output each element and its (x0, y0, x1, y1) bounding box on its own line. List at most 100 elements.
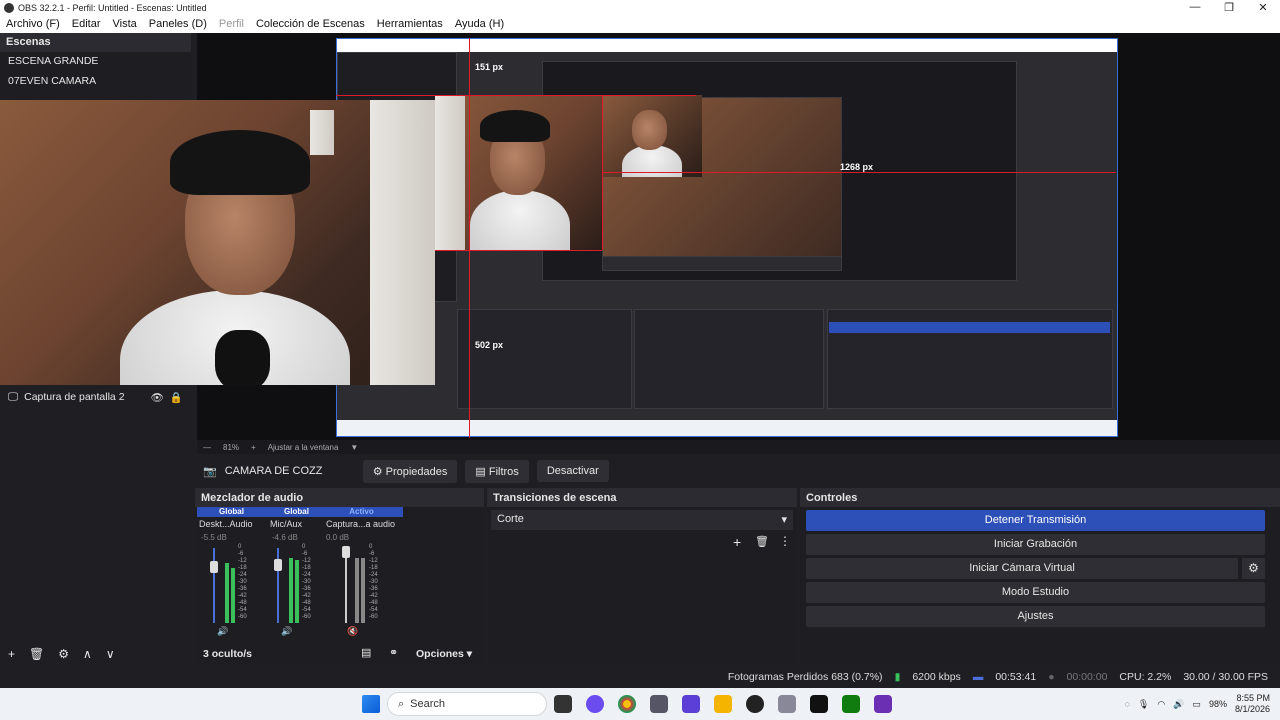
scene-item-escena-grande[interactable]: ESCENA GRANDE (0, 52, 191, 72)
nested-stream-button (829, 322, 1110, 333)
mixer-scale-1: 0 -6 -12 -18 -24 -30 -36 -42 -48 -54 -60 (302, 544, 311, 620)
scene-item-07even-camara[interactable]: 07EVEN CAMARA (0, 72, 191, 92)
fader-2[interactable] (345, 548, 347, 623)
start-recording-button[interactable]: Iniciar Grabación (806, 534, 1265, 555)
taskbar: ⌕ Search ◌ 🎙 ◠ 🔊 ▭ 98% 8:55 PM 8/1/2026 (0, 688, 1280, 720)
settings-button[interactable]: Ajustes (806, 606, 1265, 627)
chevron-down-icon: ▾ (781, 514, 787, 526)
guide-label-right: 1268 px (840, 162, 874, 172)
deactivate-button[interactable]: Desactivar (536, 460, 609, 482)
start-virtual-camera-button[interactable]: Iniciar Cámara Virtual (806, 558, 1238, 579)
properties-button[interactable]: ⚙ Propiedades (362, 459, 458, 483)
mixer-name-0[interactable]: Deskt...Audio (199, 519, 253, 529)
scene-transitions: Transiciones de escena Corte ▾ + 🗑 ⋮ (487, 488, 797, 664)
more-icon[interactable]: ⋮ (779, 534, 791, 548)
menu-archivo[interactable]: Archivo (F) (0, 18, 66, 30)
snipping-icon[interactable] (778, 695, 796, 713)
xbox-icon[interactable] (842, 695, 860, 713)
stop-streaming-button[interactable]: Detener Transmisión (806, 510, 1265, 531)
fader-knob-0[interactable] (210, 561, 218, 573)
apps-icon[interactable] (682, 695, 700, 713)
zoom-out-icon[interactable]: — (203, 443, 211, 452)
chevron-down-icon[interactable]: ∨ (106, 647, 115, 661)
task-view-icon[interactable] (554, 695, 572, 713)
menu-paneles[interactable]: Paneles (D) (143, 18, 213, 30)
menu-editar[interactable]: Editar (66, 18, 107, 30)
mixer-scale-0: 0 -6 -12 -18 -24 -30 -36 -42 -48 -54 -60 (238, 544, 247, 620)
meter-2 (355, 558, 359, 623)
controls-header: Controles (800, 488, 1280, 507)
gear-icon[interactable]: ⚙ (58, 647, 69, 661)
wifi-icon[interactable]: ◠ (1157, 699, 1165, 710)
guide-vertical-mid (602, 95, 603, 250)
network-icon[interactable]: ◌ (1125, 699, 1130, 709)
trash-icon[interactable]: 🗑 (755, 535, 769, 548)
transition-select-value: Corte (497, 513, 524, 525)
rec-icon: ● (1048, 671, 1055, 683)
close-icon[interactable]: ✕ (1246, 1, 1280, 14)
windows-start-icon[interactable] (362, 695, 380, 713)
scenes-toolbar: + 🗑 ⚙ ∧ ∨ (0, 644, 191, 664)
gear-icon[interactable]: ⚙ (1242, 558, 1265, 579)
source-item-label: Captura de pantalla 2 (24, 391, 125, 403)
link-icon[interactable]: ⚭ (389, 646, 398, 659)
add-icon[interactable]: + (8, 647, 15, 661)
media-icon[interactable] (874, 695, 892, 713)
speaker-icon[interactable]: 🔊 (281, 626, 292, 637)
menu-herramientas[interactable]: Herramientas (371, 18, 449, 30)
bitrate: 6200 kbps (912, 671, 961, 683)
fader-knob-2[interactable] (342, 546, 350, 558)
trash-icon[interactable]: 🗑 (29, 647, 44, 661)
transition-select[interactable]: Corte ▾ (491, 510, 793, 530)
restore-icon[interactable]: ❐ (1212, 1, 1246, 14)
clock-time: 8:55 PM (1236, 693, 1270, 703)
menu-coleccion[interactable]: Colección de Escenas (250, 18, 371, 30)
taskbar-search-label: Search (410, 698, 446, 710)
zoom-in-icon[interactable]: + (251, 443, 256, 452)
battery-icon[interactable]: ▭ (1192, 699, 1201, 710)
taskbar-search[interactable]: ⌕ Search (387, 692, 547, 716)
microphone (215, 330, 270, 385)
speaker-icon[interactable]: 🔊 (217, 626, 228, 637)
mixer-db-0: -5.5 dB (201, 533, 227, 542)
studio-mode-button[interactable]: Modo Estudio (806, 582, 1265, 603)
mixer-name-2[interactable]: Captura...a audio (326, 519, 395, 529)
fps: 30.00 / 30.00 FPS (1183, 671, 1268, 683)
speaker-muted-icon[interactable]: 🔇 (347, 626, 358, 637)
mixer-name-1[interactable]: Mic/Aux (270, 519, 302, 529)
zoom-fit-button[interactable]: Ajustar a la ventana (268, 443, 339, 452)
minimize-icon[interactable]: — (1178, 1, 1212, 14)
camera-icon: 📷 (203, 465, 217, 478)
door (370, 100, 435, 385)
options-button[interactable]: Opciones ▾ (416, 648, 472, 660)
folder-icon[interactable] (714, 695, 732, 713)
menu-ayuda[interactable]: Ayuda (H) (449, 18, 510, 30)
menu-bar: Archivo (F) Editar Vista Paneles (D) Per… (0, 15, 1280, 33)
guide-horizontal-top (336, 95, 696, 96)
fader-knob-1[interactable] (274, 559, 282, 571)
copilot-icon[interactable] (586, 695, 604, 713)
obs-icon[interactable] (746, 695, 764, 713)
filters-button[interactable]: ▤ Filtros (465, 459, 529, 483)
mixer-tag-0: Global (219, 507, 244, 516)
chevron-up-icon[interactable]: ∧ (83, 647, 92, 661)
chrome-icon[interactable] (618, 695, 636, 713)
clock[interactable]: 8:55 PM 8/1/2026 (1235, 693, 1270, 715)
nested-taskbar (337, 420, 1117, 436)
audio-app-icon[interactable] (810, 695, 828, 713)
mixer-layout-icon[interactable]: ▤ (361, 646, 371, 659)
lock-icon[interactable]: 🔒 (170, 391, 183, 404)
settings-app-icon[interactable] (650, 695, 668, 713)
cpu: CPU: 2.2% (1119, 671, 1172, 683)
mic-icon[interactable]: 🎙 (1138, 699, 1149, 710)
menu-perfil[interactable]: Perfil (213, 18, 250, 30)
add-icon[interactable]: + (733, 534, 741, 550)
nested-camera-large (435, 95, 602, 250)
options-label: Opciones (416, 648, 464, 660)
source-item[interactable]: 🖵 Captura de pantalla 2 👁 🔒 (0, 387, 191, 407)
volume-icon[interactable]: 🔊 (1173, 699, 1184, 710)
eye-icon[interactable]: 👁 (151, 391, 164, 404)
chevron-down-icon[interactable]: ▼ (350, 443, 358, 452)
menu-vista[interactable]: Vista (107, 18, 143, 30)
fader-0[interactable] (213, 548, 215, 623)
